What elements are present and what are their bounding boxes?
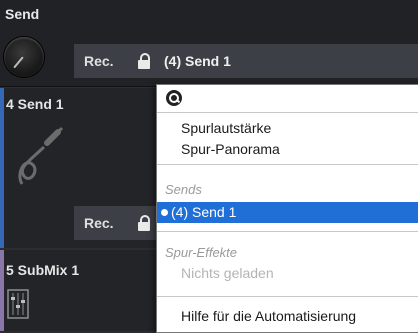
menu-search-input[interactable] [187, 89, 411, 109]
menu-item-track-pan[interactable]: Spur-Panorama [181, 141, 280, 157]
menu-section-sends: Sends [165, 182, 202, 197]
track-panel-send-1[interactable]: 4 Send 1 Rec. [0, 88, 160, 248]
selected-bullet-icon [161, 209, 168, 216]
menu-divider [157, 164, 418, 165]
cable-icon [18, 126, 64, 185]
knob-indicator [13, 56, 24, 69]
menu-divider [157, 231, 418, 232]
track-rec-label: Rec. [84, 215, 114, 231]
menu-item-nothing-loaded: Nichts geladen [181, 265, 274, 281]
submix-color-stripe [0, 250, 4, 331]
send-panel: Send Rec. (4) Send 1 [0, 0, 418, 87]
track-lock-icon[interactable] [138, 215, 150, 231]
send-panel-title: Send [5, 6, 40, 22]
send-automation-bar[interactable]: Rec. (4) Send 1 [74, 44, 418, 78]
menu-section-track-effects: Spur-Effekte [165, 245, 238, 260]
send-level-knob[interactable] [4, 37, 44, 77]
track-color-stripe [0, 88, 4, 248]
lock-icon[interactable] [138, 53, 150, 69]
automation-context-menu: Spurlautstärke Spur-Panorama Sends (4) S… [156, 84, 418, 333]
search-icon [166, 90, 182, 106]
track-panel-submix-1[interactable]: 5 SubMix 1 [0, 250, 160, 331]
menu-divider [157, 296, 418, 297]
menu-item-send-1[interactable]: (4) Send 1 [157, 202, 418, 223]
menu-divider [157, 112, 418, 113]
send-target-value[interactable]: (4) Send 1 [164, 53, 231, 69]
menu-item-track-volume[interactable]: Spurlautstärke [181, 120, 271, 136]
menu-item-send-1-label: (4) Send 1 [171, 204, 237, 220]
rec-label: Rec. [84, 53, 114, 69]
track-title: 4 Send 1 [6, 96, 64, 112]
menu-item-automation-help[interactable]: Hilfe für die Automatisierung [181, 308, 356, 324]
submix-title: 5 SubMix 1 [6, 262, 80, 278]
track-automation-bar[interactable]: Rec. [74, 206, 160, 240]
mixer-icon [7, 289, 29, 319]
